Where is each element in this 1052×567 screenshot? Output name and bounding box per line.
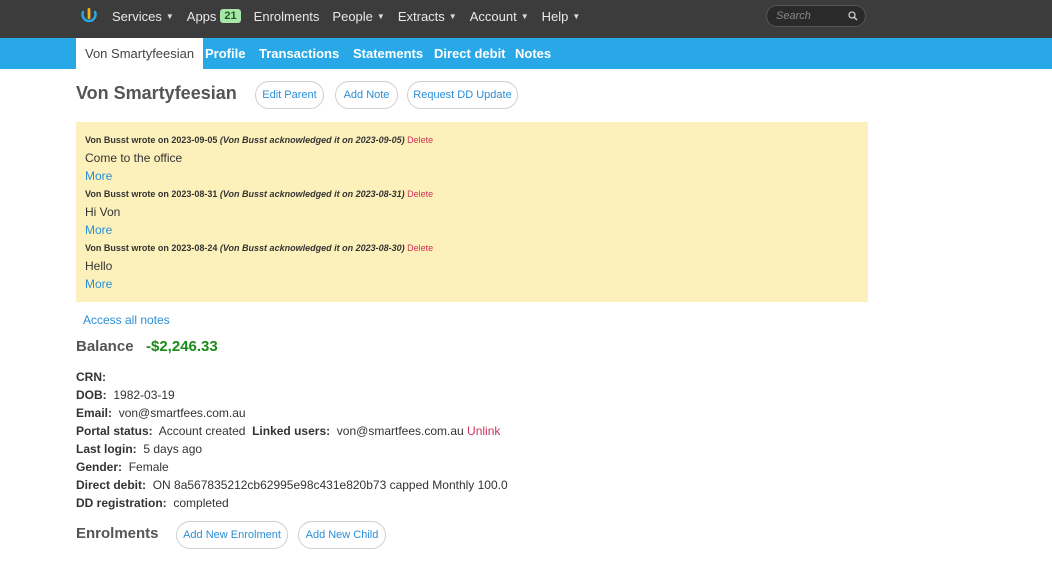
sub-nav: Von Smartyfeesian Profile Transactions S… (0, 38, 1052, 69)
nav-apps-label: Apps (186, 8, 217, 24)
email-label: Email: (76, 406, 113, 420)
nav-extracts[interactable]: Extracts ▼ (398, 9, 457, 24)
request-dd-update-button[interactable]: Request DD Update (407, 81, 518, 109)
nav-people-label: People (332, 8, 373, 24)
chevron-down-icon: ▼ (572, 11, 581, 21)
chevron-down-icon: ▼ (165, 11, 174, 21)
nav-apps[interactable]: Apps 21 (187, 9, 241, 24)
search-box (766, 5, 866, 27)
dd-registration-value: completed (173, 496, 229, 510)
gender-value: Female (128, 460, 169, 474)
email-row: Email: von@smartfees.com.au (76, 406, 246, 420)
note-more-link[interactable]: More (85, 169, 112, 183)
nav-extracts-label: Extracts (397, 8, 445, 24)
dd-registration-row: DD registration: completed (76, 496, 229, 510)
tab-profile[interactable]: Profile (205, 38, 245, 69)
chevron-down-icon: ▼ (376, 11, 385, 21)
tab-transactions[interactable]: Transactions (259, 38, 339, 69)
portal-status-row: Portal status: Account created Linked us… (76, 424, 500, 438)
nav-account-label: Account (469, 8, 517, 24)
note-author: Von Busst wrote on 2023-08-31 (85, 189, 218, 199)
page-title: Von Smartyfeesian (76, 83, 237, 103)
gender-row: Gender: Female (76, 460, 169, 474)
gender-label: Gender: (76, 460, 123, 474)
tab-notes[interactable]: Notes (515, 38, 551, 69)
nav-services-label: Services (112, 8, 162, 24)
edit-parent-button[interactable]: Edit Parent (255, 81, 324, 109)
note-more-link[interactable]: More (85, 277, 112, 291)
notes-panel: Von Busst wrote on 2023-09-05 (Von Busst… (76, 122, 868, 302)
nav-help-label: Help (541, 8, 569, 24)
note-author: Von Busst wrote on 2023-08-24 (85, 243, 218, 253)
tab-statements[interactable]: Statements (353, 38, 423, 69)
add-note-button[interactable]: Add Note (335, 81, 398, 109)
dob-value: 1982-03-19 (113, 388, 175, 402)
last-login-row: Last login: 5 days ago (76, 442, 202, 456)
dob-label: DOB: (76, 388, 107, 402)
tab-direct-debit[interactable]: Direct debit (434, 38, 506, 69)
top-navbar: Services ▼ Apps 21 Enrolments People ▼ Extr… (0, 0, 1052, 38)
tab-parent-name[interactable]: Von Smartyfeesian (76, 38, 204, 69)
balance-label: Balance (76, 338, 134, 355)
access-all-notes-link[interactable]: Access all notes (83, 313, 170, 327)
dd-registration-label: DD registration: (76, 496, 167, 510)
note-ack: (Von Busst acknowledged it on 2023-08-31… (219, 189, 405, 199)
note-header: Von Busst wrote on 2023-09-05 (Von Busst… (85, 135, 433, 145)
enrolments-heading: Enrolments (76, 525, 159, 542)
last-login-label: Last login: (76, 442, 137, 456)
note-text: Hello (85, 259, 113, 273)
last-login-value: 5 days ago (143, 442, 203, 456)
note-more-link[interactable]: More (85, 223, 112, 237)
add-new-child-button[interactable]: Add New Child (298, 521, 386, 549)
portal-status-value: Account created (158, 424, 246, 438)
note-text: Hi Von (85, 205, 121, 219)
note-header: Von Busst wrote on 2023-08-31 (Von Busst… (85, 189, 433, 199)
direct-debit-value: ON 8a567835212cb62995e98c431e820b73 capp… (152, 478, 508, 492)
main-nav: Services ▼ Apps 21 Enrolments People ▼ Extr… (112, 0, 593, 32)
note-text: Come to the office (85, 151, 183, 165)
nav-services[interactable]: Services ▼ (112, 9, 174, 24)
delete-note-link[interactable]: Delete (407, 135, 433, 145)
nav-people[interactable]: People ▼ (332, 9, 384, 24)
note-header: Von Busst wrote on 2023-08-24 (Von Busst… (85, 243, 433, 253)
linked-users-label: Linked users: (252, 424, 331, 438)
linked-users-value: von@smartfees.com.au (336, 424, 464, 438)
delete-note-link[interactable]: Delete (407, 243, 433, 253)
search-icon[interactable] (848, 11, 858, 21)
nav-enrolments[interactable]: Enrolments (254, 9, 320, 24)
chevron-down-icon: ▼ (448, 11, 457, 21)
app-logo-icon[interactable] (80, 6, 98, 26)
apps-count-badge: 21 (220, 9, 241, 23)
crn-row: CRN: (76, 370, 106, 384)
direct-debit-row: Direct debit: ON 8a567835212cb62995e98c4… (76, 478, 508, 492)
email-value: von@smartfees.com.au (118, 406, 246, 420)
crn-label: CRN: (76, 370, 106, 384)
add-new-enrolment-button[interactable]: Add New Enrolment (176, 521, 288, 549)
nav-account[interactable]: Account ▼ (470, 9, 529, 24)
direct-debit-label: Direct debit: (76, 478, 147, 492)
search-input[interactable] (776, 10, 846, 22)
unlink-link[interactable]: Unlink (467, 424, 500, 438)
nav-help[interactable]: Help ▼ (542, 9, 581, 24)
portal-status-label: Portal status: (76, 424, 153, 438)
balance-value: -$2,246.33 (146, 338, 218, 355)
delete-note-link[interactable]: Delete (407, 189, 433, 199)
note-ack: (Von Busst acknowledged it on 2023-08-30… (219, 243, 405, 253)
chevron-down-icon: ▼ (520, 11, 529, 21)
note-author: Von Busst wrote on 2023-09-05 (85, 135, 218, 145)
nav-enrolments-label: Enrolments (253, 8, 320, 24)
dob-row: DOB: 1982-03-19 (76, 388, 175, 402)
note-ack: (Von Busst acknowledged it on 2023-09-05… (219, 135, 405, 145)
